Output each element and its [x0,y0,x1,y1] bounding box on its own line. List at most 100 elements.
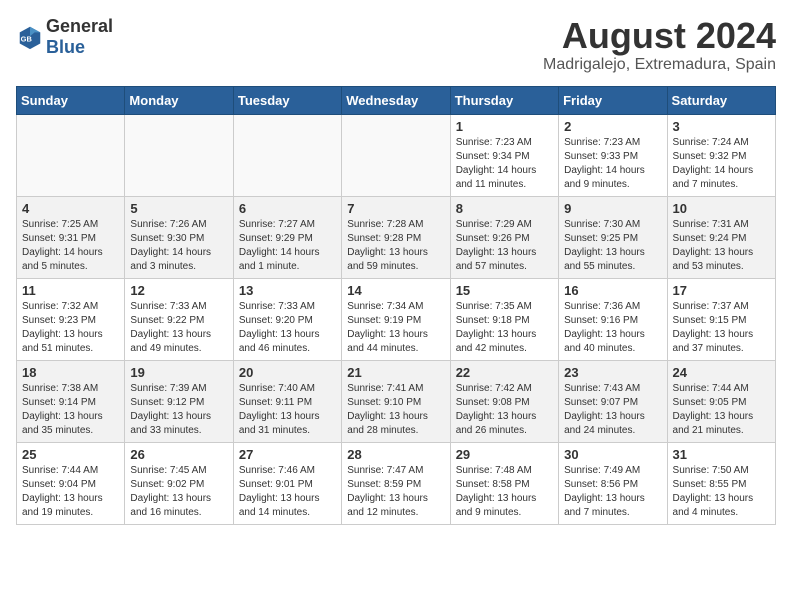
day-number: 11 [22,283,119,298]
cell-content: Sunrise: 7:27 AMSunset: 9:29 PMDaylight:… [239,218,336,274]
day-number: 9 [564,201,661,216]
cell-content: Sunrise: 7:26 AMSunset: 9:30 PMDaylight:… [130,218,227,274]
calendar-cell: 11 Sunrise: 7:32 AMSunset: 9:23 PMDayligh… [17,278,125,360]
day-number: 24 [673,365,770,380]
svg-text:GB: GB [21,35,33,44]
cell-content: Sunrise: 7:41 AMSunset: 9:10 PMDaylight:… [347,382,444,438]
day-number: 20 [239,365,336,380]
cell-content: Sunrise: 7:47 AMSunset: 8:59 PMDaylight:… [347,464,444,520]
calendar-cell: 29Sunrise: 7:48 AMSunset: 8:58 PMDayligh… [450,442,558,524]
day-number: 28 [347,447,444,462]
day-number: 21 [347,365,444,380]
day-number: 5 [130,201,227,216]
cell-content: Sunrise: 7:49 AMSunset: 8:56 PMDaylight:… [564,464,661,520]
cell-content: Sunrise: 7:33 AMSunset: 9:22 PMDaylight:… [130,300,227,356]
cell-content: Sunrise: 7:33 AMSunset: 9:20 PMDaylight:… [239,300,336,356]
day-number: 13 [239,283,336,298]
cell-content: Sunrise: 7:36 AMSunset: 9:16 PMDaylight:… [564,300,661,356]
page-subtitle: Madrigalejo, Extremadura, Spain [543,56,776,74]
calendar-cell: 15 Sunrise: 7:35 AMSunset: 9:18 PMDayligh… [450,278,558,360]
cell-content: Sunrise: 7:39 AMSunset: 9:12 PMDaylight:… [130,382,227,438]
header-wednesday: Wednesday [342,86,450,114]
calendar-cell: 23Sunrise: 7:43 AMSunset: 9:07 PMDayligh… [559,360,667,442]
calendar-cell: 16 Sunrise: 7:36 AMSunset: 9:16 PMDayligh… [559,278,667,360]
calendar-cell: 25Sunrise: 7:44 AMSunset: 9:04 PMDayligh… [17,442,125,524]
calendar-cell: 13 Sunrise: 7:33 AMSunset: 9:20 PMDayligh… [233,278,341,360]
calendar-cell [342,114,450,196]
header-sunday: Sunday [17,86,125,114]
cell-content: Sunrise: 7:23 AMSunset: 9:34 PMDaylight:… [456,136,553,192]
day-number: 10 [673,201,770,216]
calendar-cell: 6Sunrise: 7:27 AMSunset: 9:29 PMDaylight… [233,196,341,278]
header-monday: Monday [125,86,233,114]
calendar-cell: 10 Sunrise: 7:31 AMSunset: 9:24 PMDayligh… [667,196,775,278]
page-title: August 2024 [543,16,776,56]
day-number: 17 [673,283,770,298]
cell-content: Sunrise: 7:29 AMSunset: 9:26 PMDaylight:… [456,218,553,274]
calendar-cell: 19 Sunrise: 7:39 AMSunset: 9:12 PMDayligh… [125,360,233,442]
day-number: 18 [22,365,119,380]
cell-content: Sunrise: 7:44 AMSunset: 9:05 PMDaylight:… [673,382,770,438]
day-number: 2 [564,119,661,134]
cell-content: Sunrise: 7:48 AMSunset: 8:58 PMDaylight:… [456,464,553,520]
header-saturday: Saturday [667,86,775,114]
day-number: 26 [130,447,227,462]
calendar-week-4: 18 Sunrise: 7:38 AMSunset: 9:14 PMDayligh… [17,360,776,442]
day-number: 19 [130,365,227,380]
cell-content: Sunrise: 7:25 AMSunset: 9:31 PMDaylight:… [22,218,119,274]
calendar-cell: 7 Sunrise: 7:28 AMSunset: 9:28 PMDaylight… [342,196,450,278]
calendar-cell: 26Sunrise: 7:45 AMSunset: 9:02 PMDayligh… [125,442,233,524]
logo-icon: GB [16,23,44,51]
calendar-cell: 27 Sunrise: 7:46 AMSunset: 9:01 PMDayligh… [233,442,341,524]
calendar-week-1: 1Sunrise: 7:23 AMSunset: 9:34 PMDaylight… [17,114,776,196]
day-number: 16 [564,283,661,298]
calendar-week-5: 25Sunrise: 7:44 AMSunset: 9:04 PMDayligh… [17,442,776,524]
calendar-cell: 18 Sunrise: 7:38 AMSunset: 9:14 PMDayligh… [17,360,125,442]
header-friday: Friday [559,86,667,114]
calendar-week-3: 11 Sunrise: 7:32 AMSunset: 9:23 PMDayligh… [17,278,776,360]
calendar-cell [125,114,233,196]
day-number: 31 [673,447,770,462]
cell-content: Sunrise: 7:40 AMSunset: 9:11 PMDaylight:… [239,382,336,438]
calendar-table: SundayMondayTuesdayWednesdayThursdayFrid… [16,86,776,525]
cell-content: Sunrise: 7:35 AMSunset: 9:18 PMDaylight:… [456,300,553,356]
calendar-cell: 24 Sunrise: 7:44 AMSunset: 9:05 PMDayligh… [667,360,775,442]
calendar-cell: 28 Sunrise: 7:47 AMSunset: 8:59 PMDayligh… [342,442,450,524]
calendar-cell: 9Sunrise: 7:30 AMSunset: 9:25 PMDaylight… [559,196,667,278]
cell-content: Sunrise: 7:46 AMSunset: 9:01 PMDaylight:… [239,464,336,520]
day-number: 15 [456,283,553,298]
header-thursday: Thursday [450,86,558,114]
cell-content: Sunrise: 7:38 AMSunset: 9:14 PMDaylight:… [22,382,119,438]
calendar-cell: 3 Sunrise: 7:24 AMSunset: 9:32 PMDaylight… [667,114,775,196]
logo-general: General [46,16,113,36]
cell-content: Sunrise: 7:37 AMSunset: 9:15 PMDaylight:… [673,300,770,356]
calendar-cell: 20 Sunrise: 7:40 AMSunset: 9:11 PMDayligh… [233,360,341,442]
calendar-cell: 31 Sunrise: 7:50 AMSunset: 8:55 PMDayligh… [667,442,775,524]
calendar-cell: 4Sunrise: 7:25 AMSunset: 9:31 PMDaylight… [17,196,125,278]
calendar-cell: 14Sunrise: 7:34 AMSunset: 9:19 PMDayligh… [342,278,450,360]
logo-blue: Blue [46,37,85,57]
calendar-cell: 1Sunrise: 7:23 AMSunset: 9:34 PMDaylight… [450,114,558,196]
calendar-cell [17,114,125,196]
day-number: 3 [673,119,770,134]
calendar-cell: 5 Sunrise: 7:26 AMSunset: 9:30 PMDaylight… [125,196,233,278]
cell-content: Sunrise: 7:43 AMSunset: 9:07 PMDaylight:… [564,382,661,438]
calendar-cell [233,114,341,196]
cell-content: Sunrise: 7:50 AMSunset: 8:55 PMDaylight:… [673,464,770,520]
page-header: GB General Blue August 2024 Madrigalejo,… [16,16,776,74]
day-number: 7 [347,201,444,216]
day-number: 22 [456,365,553,380]
calendar-cell: 17 Sunrise: 7:37 AMSunset: 9:15 PMDayligh… [667,278,775,360]
cell-content: Sunrise: 7:44 AMSunset: 9:04 PMDaylight:… [22,464,119,520]
cell-content: Sunrise: 7:32 AMSunset: 9:23 PMDaylight:… [22,300,119,356]
cell-content: Sunrise: 7:24 AMSunset: 9:32 PMDaylight:… [673,136,770,192]
header-tuesday: Tuesday [233,86,341,114]
calendar-cell: 30Sunrise: 7:49 AMSunset: 8:56 PMDayligh… [559,442,667,524]
cell-content: Sunrise: 7:28 AMSunset: 9:28 PMDaylight:… [347,218,444,274]
day-number: 8 [456,201,553,216]
calendar-header: SundayMondayTuesdayWednesdayThursdayFrid… [17,86,776,114]
cell-content: Sunrise: 7:31 AMSunset: 9:24 PMDaylight:… [673,218,770,274]
logo: GB General Blue [16,16,113,58]
day-number: 27 [239,447,336,462]
calendar-body: 1Sunrise: 7:23 AMSunset: 9:34 PMDaylight… [17,114,776,524]
